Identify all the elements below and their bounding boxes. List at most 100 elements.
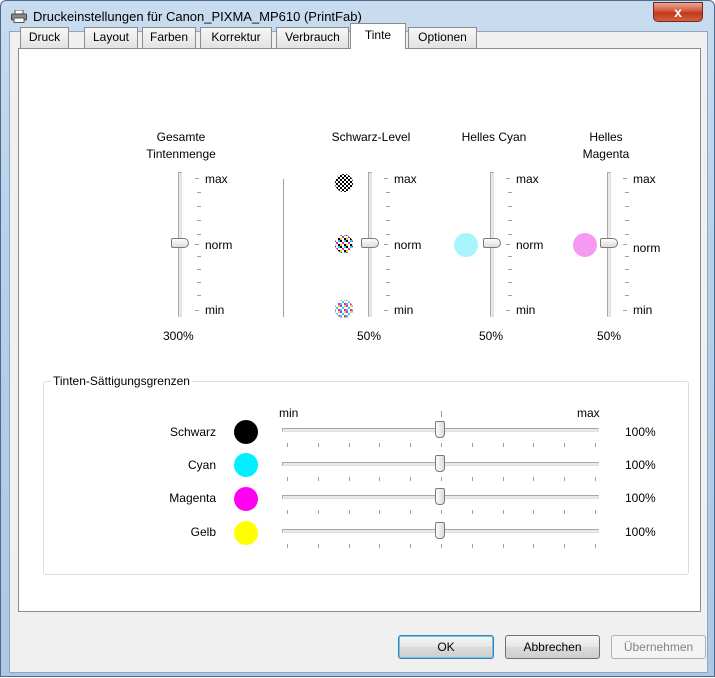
black-ink-swatch	[234, 420, 258, 444]
slider-tick	[348, 510, 350, 514]
slider-tick	[625, 192, 629, 193]
saturation-row-label: Cyan	[187, 458, 216, 472]
magenta-ink-swatch	[234, 487, 258, 511]
slider-tick	[471, 443, 473, 447]
slider-tick	[623, 244, 627, 245]
slider-tick	[625, 256, 629, 257]
slider-tick	[625, 206, 629, 207]
saturation-row-label: Magenta	[169, 491, 216, 505]
slider-tick	[410, 443, 412, 447]
cancel-button[interactable]: Abbrechen	[505, 635, 600, 659]
saturation-slider-thumb-black[interactable]	[435, 421, 445, 438]
slider-tick	[348, 443, 350, 447]
slider-thumb-light-magenta[interactable]	[600, 238, 618, 248]
slider-tick	[508, 220, 512, 221]
slider-tick	[410, 510, 412, 514]
slider-tick	[195, 310, 199, 311]
slider-tick	[386, 295, 390, 296]
slider-tick	[379, 477, 381, 481]
slider-tick	[317, 510, 319, 514]
slider-tick	[348, 544, 350, 548]
slider-thumb-black-level[interactable]	[361, 238, 379, 248]
color-dither-icon	[335, 235, 353, 253]
center-marker	[441, 411, 442, 417]
slider-tick	[379, 443, 381, 447]
slider-tick	[564, 544, 566, 548]
saturation-max-label: max	[577, 406, 600, 420]
slider-tick	[287, 544, 288, 548]
scale-label-min: min	[394, 303, 414, 317]
slider-title-light-magenta: Helles	[589, 130, 623, 144]
slider-tick	[195, 178, 199, 179]
slider-subtitle-total-ink: Tintenmenge	[146, 147, 216, 161]
scale-label-norm: norm	[205, 238, 233, 252]
light-magenta-swatch	[573, 233, 597, 257]
slider-tick	[386, 256, 390, 257]
saturation-value-black: 100%	[625, 425, 656, 439]
slider-tick	[410, 544, 412, 548]
saturation-group-title: Tinten-Sättigungsgrenzen	[51, 374, 192, 388]
slider-thumb-light-cyan[interactable]	[483, 238, 501, 248]
slider-tick	[625, 234, 629, 235]
slider-tick	[533, 477, 535, 481]
light-cyan-swatch	[454, 233, 478, 257]
slider-tick	[386, 234, 390, 235]
slider-tick	[506, 310, 510, 311]
slider-tick	[410, 477, 412, 481]
scale-label-max: max	[394, 172, 417, 186]
saturation-value-magenta: 100%	[625, 491, 656, 505]
separator	[283, 179, 284, 317]
slider-tick	[384, 178, 388, 179]
slider-tick	[625, 282, 629, 283]
slider-tick	[197, 282, 201, 283]
slider-tick	[533, 544, 535, 548]
scale-label-min: min	[633, 303, 653, 317]
slider-tick	[508, 269, 512, 270]
slider-tick	[287, 443, 288, 447]
slider-tick	[625, 295, 629, 296]
scale-label-min: min	[516, 303, 536, 317]
slider-tick	[508, 206, 512, 207]
saturation-slider-thumb-yellow[interactable]	[435, 522, 445, 539]
value-total-ink: 300%	[163, 329, 194, 343]
slider-tick	[197, 206, 201, 207]
slider-tick	[386, 206, 390, 207]
scale-label-max: max	[205, 172, 228, 186]
slider-tick	[379, 510, 381, 514]
ok-button[interactable]: OK	[398, 635, 494, 659]
slider-tick	[441, 443, 442, 447]
saturation-slider-thumb-magenta[interactable]	[435, 488, 445, 505]
slider-tick	[386, 220, 390, 221]
apply-button[interactable]: Übernehmen	[611, 635, 706, 659]
saturation-row-label: Schwarz	[169, 425, 216, 439]
scale-label-max: max	[516, 172, 539, 186]
slider-tick	[623, 178, 627, 179]
slider-tick	[506, 178, 510, 179]
slider-tick	[197, 256, 201, 257]
panel-content: Gesamte Tintenmenge max norm min 300% Sc…	[1, 1, 715, 678]
slider-tick	[386, 192, 390, 193]
slider-tick	[195, 244, 199, 245]
slider-tick	[197, 295, 201, 296]
cyan-ink-swatch	[234, 453, 258, 477]
saturation-slider-thumb-cyan[interactable]	[435, 455, 445, 472]
slider-subtitle-light-magenta: Magenta	[582, 147, 630, 161]
slider-tick	[386, 282, 390, 283]
slider-tick	[317, 544, 319, 548]
slider-tick	[502, 477, 504, 481]
slider-tick	[508, 295, 512, 296]
slider-thumb-total-ink[interactable]	[171, 238, 189, 248]
slider-tick	[348, 477, 350, 481]
slider-tick	[287, 510, 288, 514]
value-light-cyan: 50%	[479, 329, 504, 343]
slider-tick	[197, 192, 201, 193]
saturation-value-cyan: 100%	[625, 458, 656, 472]
value-light-magenta: 50%	[597, 329, 622, 343]
black-dither-icon	[335, 174, 353, 192]
slider-tick	[533, 443, 535, 447]
slider-tick	[502, 510, 504, 514]
slider-tick	[197, 220, 201, 221]
scale-label-norm: norm	[516, 238, 544, 252]
slider-tick	[595, 510, 596, 514]
slider-tick	[197, 234, 201, 235]
